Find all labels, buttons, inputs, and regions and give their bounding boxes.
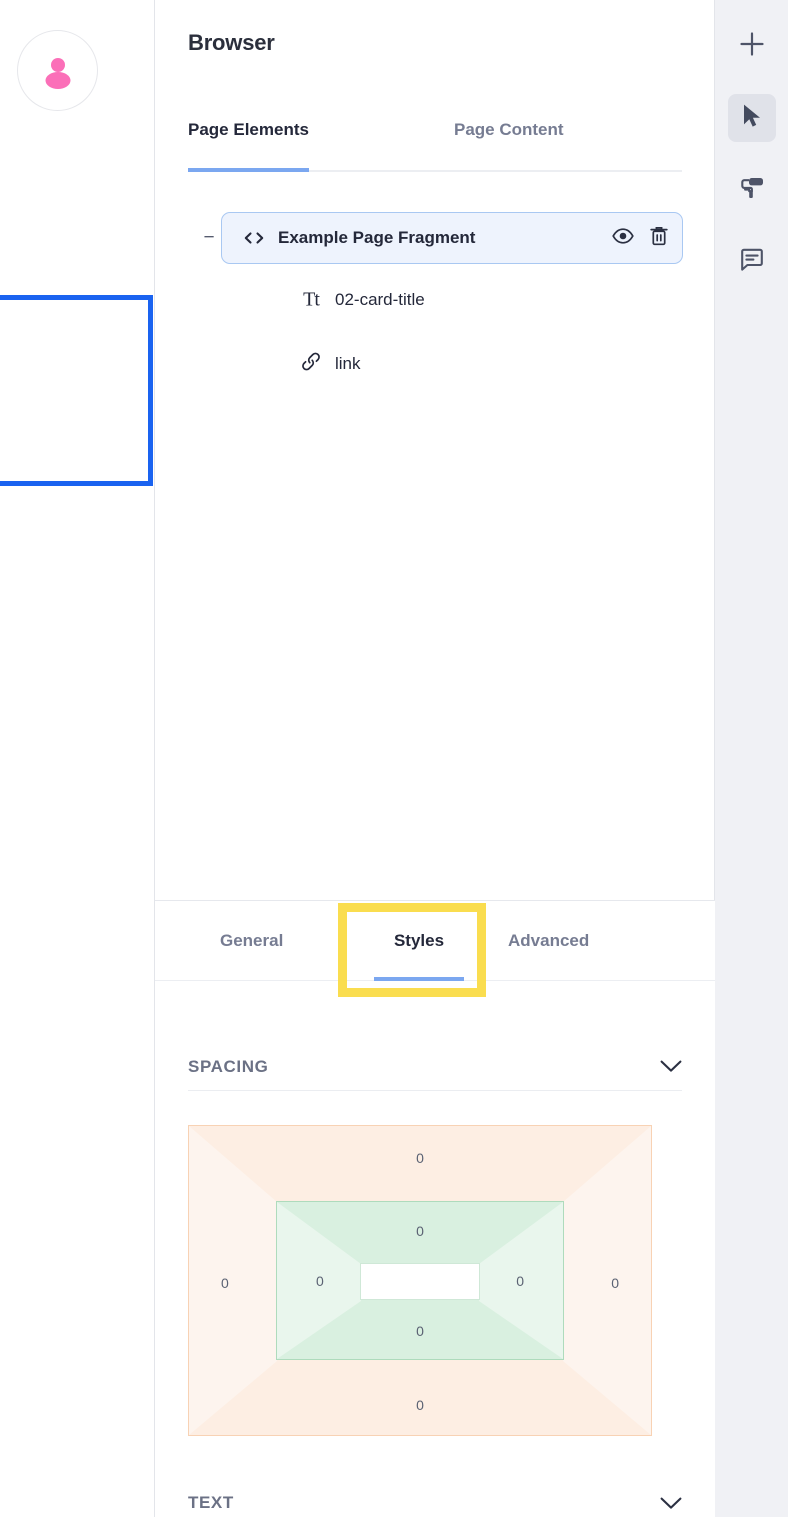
section-header-spacing[interactable]: SPACING — [188, 1043, 682, 1091]
tree-node-example-page-fragment[interactable]: Example Page Fragment — [221, 212, 683, 264]
comment-tool-button[interactable] — [728, 238, 776, 286]
style-inspector: General Styles Advanced SPACING 0 0 0 0 — [155, 900, 715, 1517]
text-type-icon: Tt — [303, 288, 320, 311]
tree-node-label: 02-card-title — [335, 290, 425, 309]
chevron-down-icon[interactable] — [660, 1497, 682, 1510]
padding-top-value[interactable]: 0 — [277, 1223, 563, 1239]
plus-icon — [738, 30, 766, 63]
margin-right-wedge — [563, 1126, 651, 1435]
padding-right-value[interactable]: 0 — [516, 1273, 524, 1289]
collapse-toggle-icon[interactable]: − — [200, 228, 218, 247]
content-box[interactable] — [360, 1263, 480, 1300]
tab-page-content[interactable]: Page Content — [454, 120, 564, 172]
padding-left-value[interactable]: 0 — [316, 1273, 324, 1289]
link-icon — [298, 351, 324, 378]
section-title: TEXT — [188, 1493, 234, 1512]
browser-panel: Browser Page Elements Page Content − Exa… — [155, 0, 715, 1517]
tree-row-root: − Example Page Fragment — [155, 212, 715, 268]
page-title: Browser — [188, 30, 275, 55]
trash-icon[interactable] — [650, 226, 668, 251]
chevron-down-icon[interactable] — [660, 1060, 682, 1073]
paint-roller-icon — [739, 175, 765, 206]
inspector-tab-bar: General Styles Advanced — [155, 901, 715, 981]
comment-bubble-icon — [739, 247, 765, 277]
tab-general[interactable]: General — [220, 901, 283, 981]
box-model-diagram[interactable]: 0 0 0 0 0 0 0 0 — [188, 1125, 652, 1436]
margin-left-value[interactable]: 0 — [221, 1275, 229, 1291]
select-tool-button[interactable] — [728, 94, 776, 142]
canvas-area[interactable] — [0, 0, 155, 1517]
canvas-selection-rectangle[interactable] — [0, 295, 153, 486]
margin-bottom-value[interactable]: 0 — [189, 1397, 651, 1413]
avatar — [17, 30, 98, 111]
top-tab-bar: Page Elements Page Content — [188, 120, 682, 172]
tree-node-02-card-title[interactable]: Tt 02-card-title — [155, 268, 715, 332]
margin-right-value[interactable]: 0 — [611, 1275, 619, 1291]
margin-top-value[interactable]: 0 — [189, 1150, 651, 1166]
padding-bottom-value[interactable]: 0 — [277, 1323, 563, 1339]
tab-styles[interactable]: Styles — [374, 901, 464, 981]
section-header-text[interactable]: TEXT — [188, 1479, 682, 1517]
margin-left-wedge — [189, 1126, 277, 1435]
tree-node-actions — [612, 226, 668, 251]
tab-page-elements[interactable]: Page Elements — [188, 120, 309, 172]
tab-advanced[interactable]: Advanced — [508, 901, 589, 981]
cursor-arrow-icon — [740, 103, 764, 134]
add-element-button[interactable] — [728, 22, 776, 70]
element-tree: − Example Page Fragment Tt 02-card-title… — [155, 212, 715, 396]
tree-node-label: link — [335, 354, 361, 373]
tree-node-link[interactable]: link — [155, 332, 715, 396]
eye-icon[interactable] — [612, 227, 634, 249]
tool-rail — [715, 0, 788, 1517]
style-tool-button[interactable] — [728, 166, 776, 214]
section-title: SPACING — [188, 1056, 269, 1076]
tree-node-label: Example Page Fragment — [278, 228, 476, 247]
code-brackets-icon — [242, 231, 266, 245]
user-avatar-icon — [38, 51, 78, 91]
